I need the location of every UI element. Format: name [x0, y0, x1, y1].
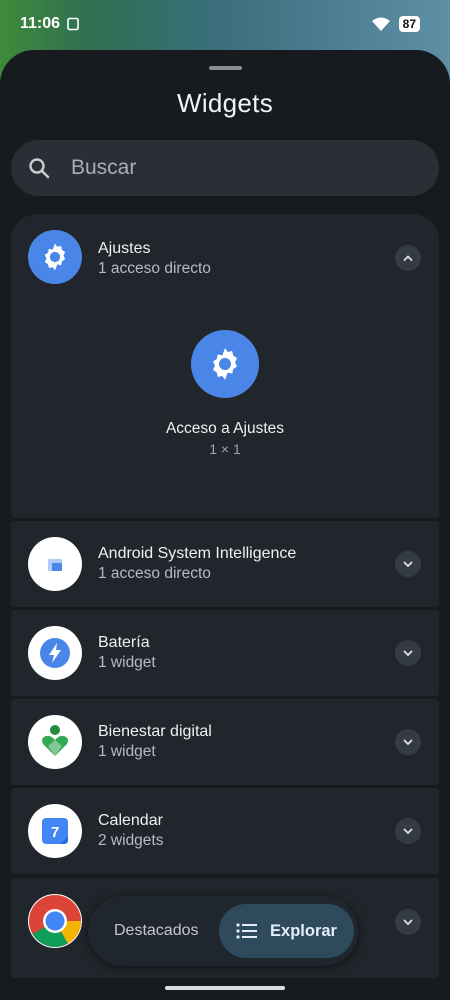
search-icon [29, 158, 50, 179]
page-title: Widgets [176, 88, 274, 118]
app-name: Calendar [98, 812, 163, 829]
widgets-sheet: Widgets Buscar Ajustes 1 acceso directo [0, 50, 450, 1000]
chevron-down-icon[interactable] [395, 818, 421, 844]
drag-handle[interactable] [209, 66, 242, 70]
settings-shortcut-preview[interactable] [191, 330, 259, 398]
tab-featured[interactable]: Destacados [114, 896, 199, 966]
chevron-down-icon[interactable] [395, 640, 421, 666]
app-detail: 1 widget [98, 654, 156, 671]
app-detail: 1 acceso directo [98, 260, 211, 277]
status-time: 11:06 [20, 15, 61, 32]
android-system-intelligence-icon [28, 537, 82, 591]
search-input[interactable]: Buscar [11, 140, 439, 196]
app-detail: 2 widgets [98, 832, 164, 849]
tab-explore[interactable]: Explorar [219, 904, 354, 958]
app-header-ajustes[interactable]: Ajustes 1 acceso directo [11, 214, 439, 302]
digital-wellbeing-icon [28, 715, 82, 769]
app-name: Ajustes [98, 240, 151, 257]
battery-indicator: 87 [398, 16, 420, 32]
app-card-ajustes: Ajustes 1 acceso directo Acceso a Ajuste… [11, 214, 439, 518]
chevron-down-icon[interactable] [395, 729, 421, 755]
chevron-up-icon[interactable] [395, 245, 421, 271]
app-name: Bienestar digital [98, 723, 212, 740]
calendar-icon-day: 7 [51, 824, 59, 841]
app-card-android-system-intelligence[interactable]: Android System Intelligence 1 acceso dir… [11, 521, 439, 607]
battery-bolt-icon [28, 626, 82, 680]
app-card-bienestar-digital[interactable]: Bienestar digital 1 widget [11, 699, 439, 785]
gesture-navigation-bar[interactable] [165, 986, 285, 990]
screenshot-notification-icon [67, 17, 79, 31]
tab-explore-label: Explorar [270, 921, 337, 940]
calendar-icon: 7 [28, 804, 82, 858]
chevron-down-icon[interactable] [395, 909, 421, 935]
app-name: Batería [98, 634, 150, 651]
bottom-tab-bar: Destacados Explorar [88, 896, 358, 966]
search-placeholder: Buscar [71, 156, 137, 179]
chrome-icon [28, 894, 82, 948]
chevron-down-icon[interactable] [395, 551, 421, 577]
settings-gear-icon [213, 348, 237, 380]
app-card-bateria[interactable]: Batería 1 widget [11, 610, 439, 696]
settings-gear-icon [28, 230, 82, 284]
app-detail: 1 widget [98, 743, 156, 760]
status-bar: 11:06 87 [0, 0, 450, 48]
preview-label: Acceso a Ajustes [165, 420, 285, 437]
app-detail: 1 acceso directo [98, 565, 211, 582]
list-icon [236, 923, 258, 939]
wifi-icon [371, 17, 390, 31]
app-card-calendar[interactable]: 7 Calendar 2 widgets [11, 788, 439, 874]
preview-size: 1 × 1 [209, 441, 241, 457]
app-name: Android System Intelligence [98, 545, 297, 562]
